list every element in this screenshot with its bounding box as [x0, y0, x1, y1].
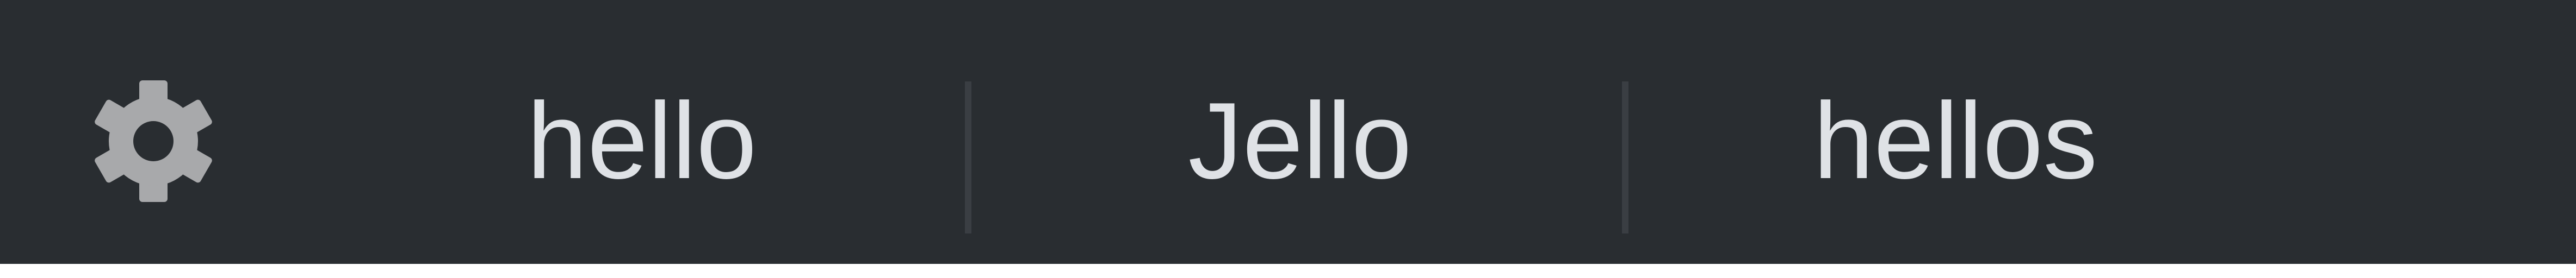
divider: [965, 81, 971, 233]
toolbar-item-jello[interactable]: Jello: [1148, 76, 1452, 206]
toolbar-item-hello[interactable]: hello: [490, 76, 794, 206]
divider: [1622, 81, 1628, 233]
toolbar-item-hellos[interactable]: hellos: [1784, 76, 2127, 206]
toolbar: hello Jello hellos: [0, 0, 2576, 264]
gear-icon[interactable]: [92, 79, 214, 204]
